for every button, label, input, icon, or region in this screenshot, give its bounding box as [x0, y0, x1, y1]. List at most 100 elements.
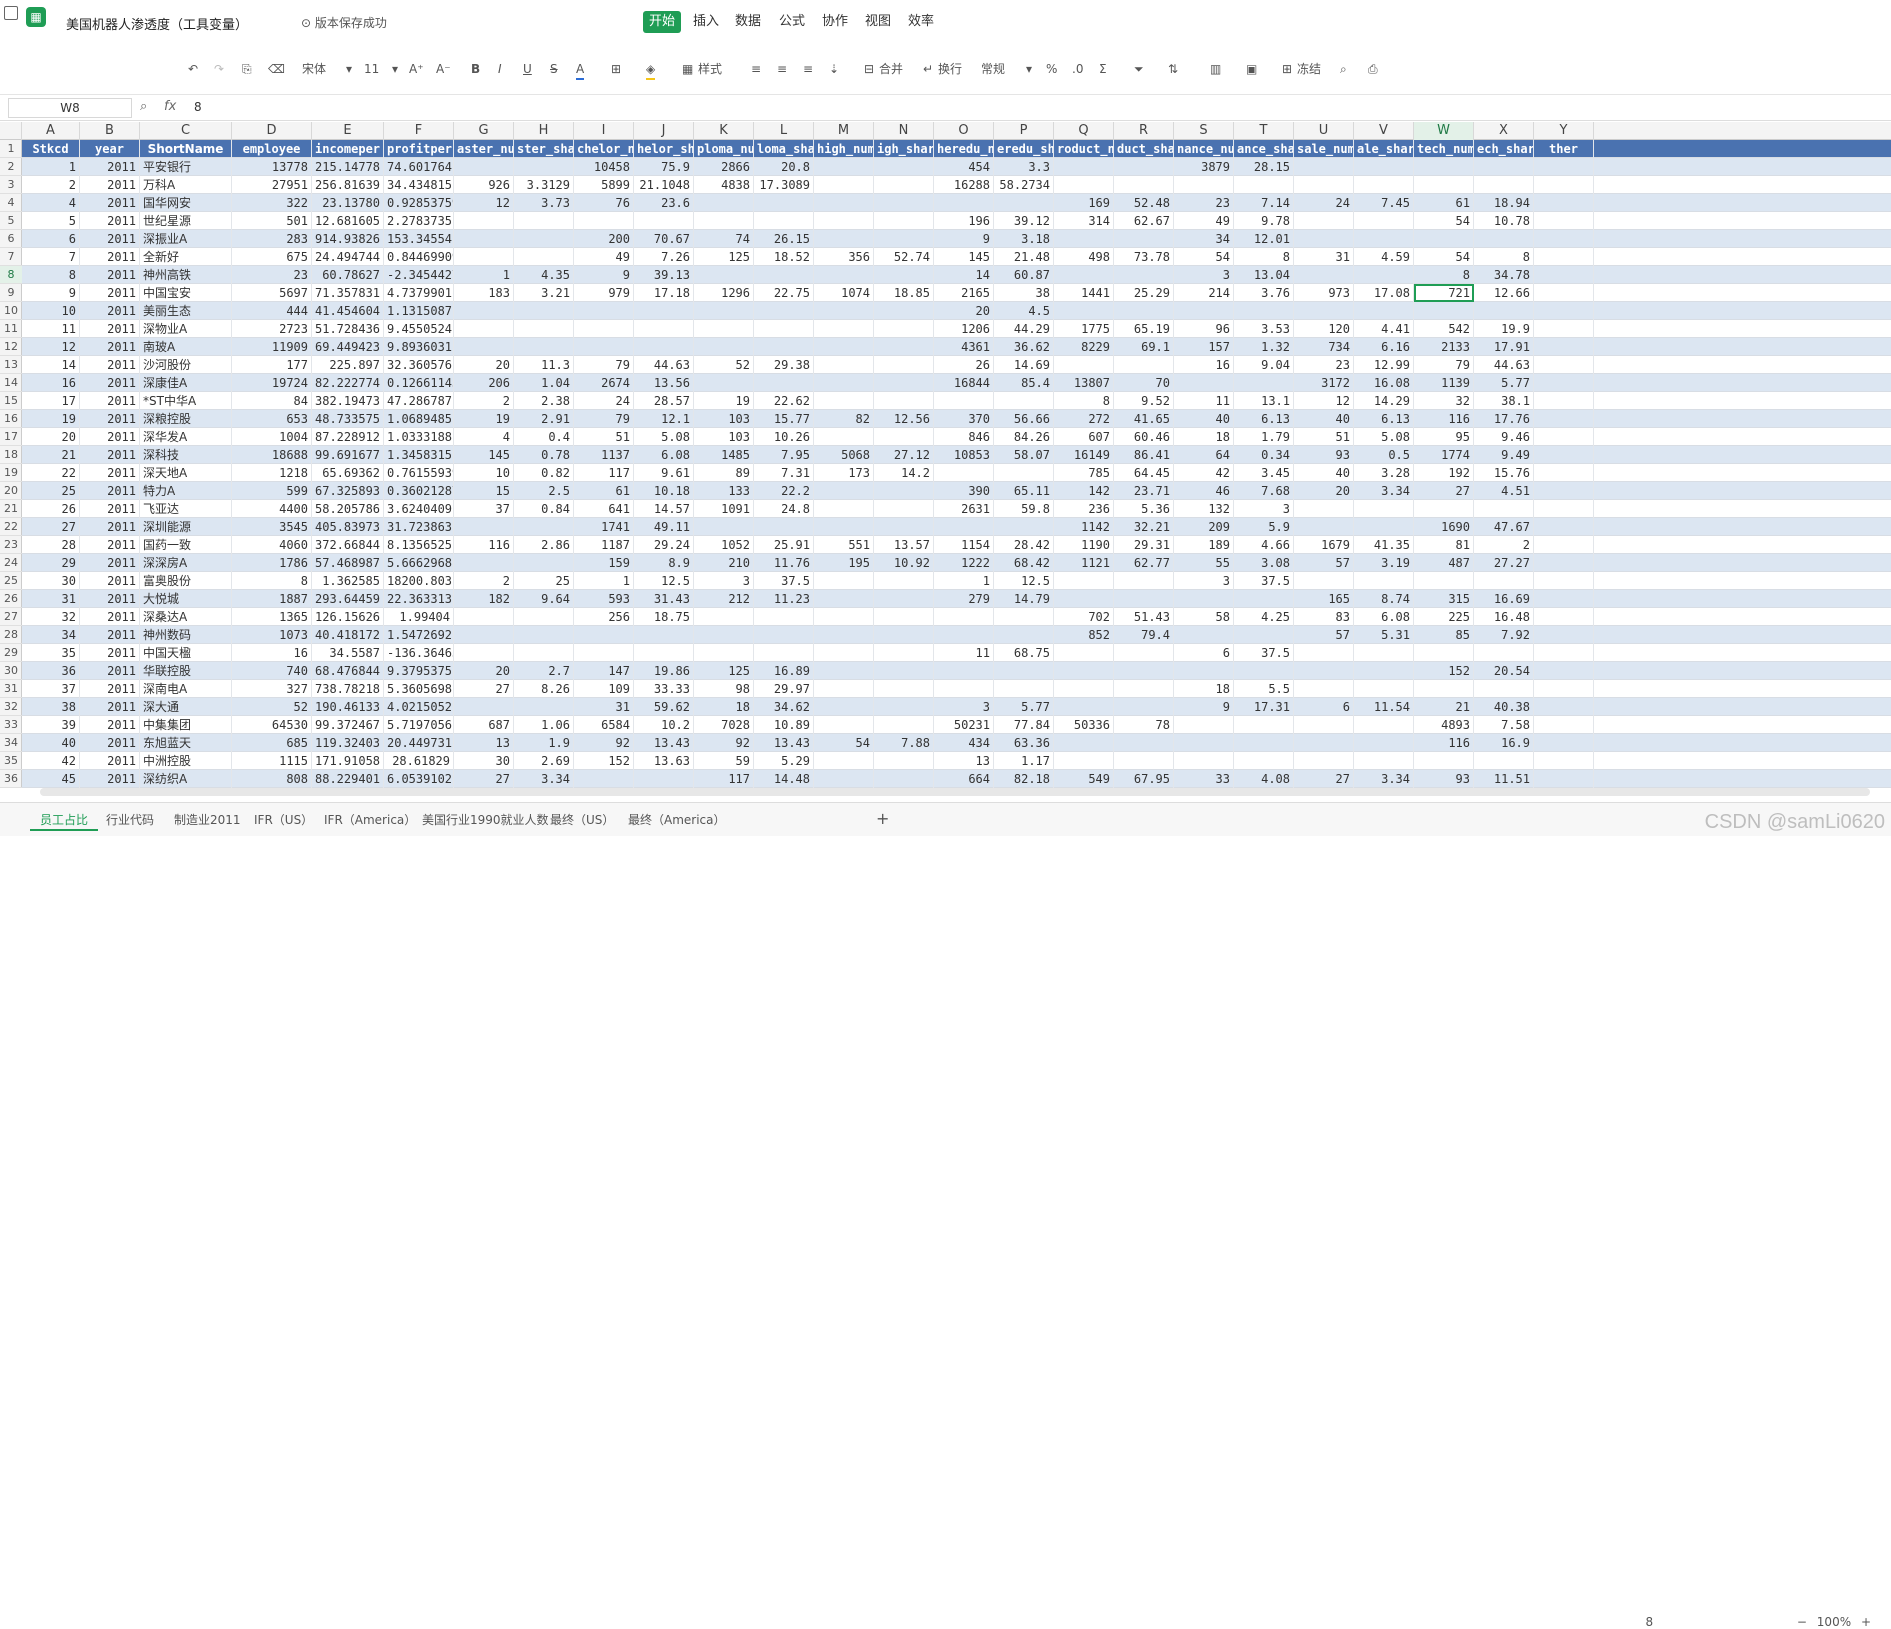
- cell[interactable]: 279: [934, 590, 994, 608]
- cell[interactable]: 31.723863: [384, 518, 454, 536]
- cell[interactable]: 3.21: [514, 284, 574, 302]
- cell[interactable]: 21.48: [994, 248, 1054, 266]
- cell[interactable]: 13.57: [874, 536, 934, 554]
- cell[interactable]: 10853: [934, 446, 994, 464]
- cell[interactable]: [814, 428, 874, 446]
- cell[interactable]: 7.68: [1234, 482, 1294, 500]
- cell[interactable]: [814, 518, 874, 536]
- cell[interactable]: [814, 752, 874, 770]
- cell[interactable]: [514, 158, 574, 176]
- cell[interactable]: 3: [1234, 500, 1294, 518]
- cell[interactable]: 96: [1174, 320, 1234, 338]
- cell[interactable]: [454, 320, 514, 338]
- cell[interactable]: 4: [22, 194, 80, 212]
- cell[interactable]: [1534, 392, 1594, 410]
- cell[interactable]: 61: [574, 482, 634, 500]
- align-left-icon[interactable]: ≡: [751, 60, 761, 78]
- cell[interactable]: 74.601764: [384, 158, 454, 176]
- formula-input[interactable]: 8: [194, 100, 202, 114]
- cell[interactable]: 5.6662968: [384, 554, 454, 572]
- cell[interactable]: 1.32: [1234, 338, 1294, 356]
- cell[interactable]: 117: [574, 464, 634, 482]
- cell[interactable]: 44.63: [634, 356, 694, 374]
- cell[interactable]: [1414, 644, 1474, 662]
- cell[interactable]: 76: [574, 194, 634, 212]
- cell[interactable]: [1114, 734, 1174, 752]
- cell[interactable]: 中洲控股: [140, 752, 232, 770]
- cell[interactable]: 3.19: [1354, 554, 1414, 572]
- add-sheet-icon[interactable]: +: [876, 809, 889, 828]
- row-header[interactable]: 7: [0, 248, 22, 266]
- cell[interactable]: 165: [1294, 590, 1354, 608]
- cell[interactable]: 125: [694, 248, 754, 266]
- cell[interactable]: 87.228912: [312, 428, 384, 446]
- cell[interactable]: [814, 320, 874, 338]
- cell[interactable]: 120: [1294, 320, 1354, 338]
- cell[interactable]: 44.63: [1474, 356, 1534, 374]
- cell[interactable]: 5.08: [634, 428, 694, 446]
- cell[interactable]: 2: [22, 176, 80, 194]
- cell[interactable]: 103: [694, 428, 754, 446]
- cell[interactable]: [1474, 644, 1534, 662]
- cell[interactable]: 17.3089: [754, 176, 814, 194]
- font-name-select[interactable]: 宋体: [302, 60, 326, 78]
- cell[interactable]: 9.8936031: [384, 338, 454, 356]
- cell[interactable]: 8: [1474, 248, 1534, 266]
- cell[interactable]: 1.06: [514, 716, 574, 734]
- cell[interactable]: 18688: [232, 446, 312, 464]
- cell[interactable]: 62.67: [1114, 212, 1174, 230]
- cell[interactable]: 34: [22, 626, 80, 644]
- cell[interactable]: [1174, 734, 1234, 752]
- cell[interactable]: 神州数码: [140, 626, 232, 644]
- cell[interactable]: [514, 554, 574, 572]
- cell[interactable]: [1234, 716, 1294, 734]
- cell[interactable]: [874, 590, 934, 608]
- cell[interactable]: 深科技: [140, 446, 232, 464]
- cell[interactable]: 1154: [934, 536, 994, 554]
- cell[interactable]: 133: [694, 482, 754, 500]
- cell[interactable]: [1174, 374, 1234, 392]
- strikethrough-icon[interactable]: S: [550, 60, 558, 78]
- cell[interactable]: 37.5: [1234, 572, 1294, 590]
- cell[interactable]: 3.3129: [514, 176, 574, 194]
- cell[interactable]: 16.08: [1354, 374, 1414, 392]
- cell[interactable]: [1054, 680, 1114, 698]
- cell[interactable]: 9.49: [1474, 446, 1534, 464]
- cell[interactable]: 1218: [232, 464, 312, 482]
- cell[interactable]: 48.733575: [312, 410, 384, 428]
- cell[interactable]: *ST中华A: [140, 392, 232, 410]
- search-icon[interactable]: ⌕: [1340, 60, 1347, 78]
- redo-icon[interactable]: ↷: [214, 60, 224, 78]
- cell[interactable]: [634, 338, 694, 356]
- cell[interactable]: 142: [1054, 482, 1114, 500]
- cell[interactable]: 深振业A: [140, 230, 232, 248]
- menu-home[interactable]: 开始: [643, 11, 682, 33]
- cell[interactable]: [1534, 680, 1594, 698]
- row-header[interactable]: 34: [0, 734, 22, 752]
- zoom-icon[interactable]: ⌕: [140, 99, 147, 114]
- cell[interactable]: 119.32403: [312, 734, 384, 752]
- cell[interactable]: 65.19: [1114, 320, 1174, 338]
- cell[interactable]: [634, 626, 694, 644]
- cell[interactable]: 10.89: [754, 716, 814, 734]
- row-header[interactable]: 36: [0, 770, 22, 788]
- cell[interactable]: 34: [1174, 230, 1234, 248]
- cell[interactable]: [1354, 752, 1414, 770]
- cell[interactable]: 6584: [574, 716, 634, 734]
- cell[interactable]: [1354, 572, 1414, 590]
- cell[interactable]: 12: [1294, 392, 1354, 410]
- cell[interactable]: 5697: [232, 284, 312, 302]
- cell[interactable]: 51: [1294, 428, 1354, 446]
- cell[interactable]: 2011: [80, 374, 140, 392]
- cell[interactable]: 6.13: [1234, 410, 1294, 428]
- cell[interactable]: 21: [1414, 698, 1474, 716]
- cell[interactable]: 1139: [1414, 374, 1474, 392]
- menu-data[interactable]: 数据: [729, 11, 767, 33]
- cell[interactable]: 88.229401: [312, 770, 384, 788]
- cell[interactable]: 9.64: [514, 590, 574, 608]
- cell[interactable]: 1091: [694, 500, 754, 518]
- cell[interactable]: 70: [1114, 374, 1174, 392]
- chevron-down-icon[interactable]: ▾: [392, 60, 398, 78]
- cell[interactable]: [1354, 662, 1414, 680]
- cell[interactable]: 17.91: [1474, 338, 1534, 356]
